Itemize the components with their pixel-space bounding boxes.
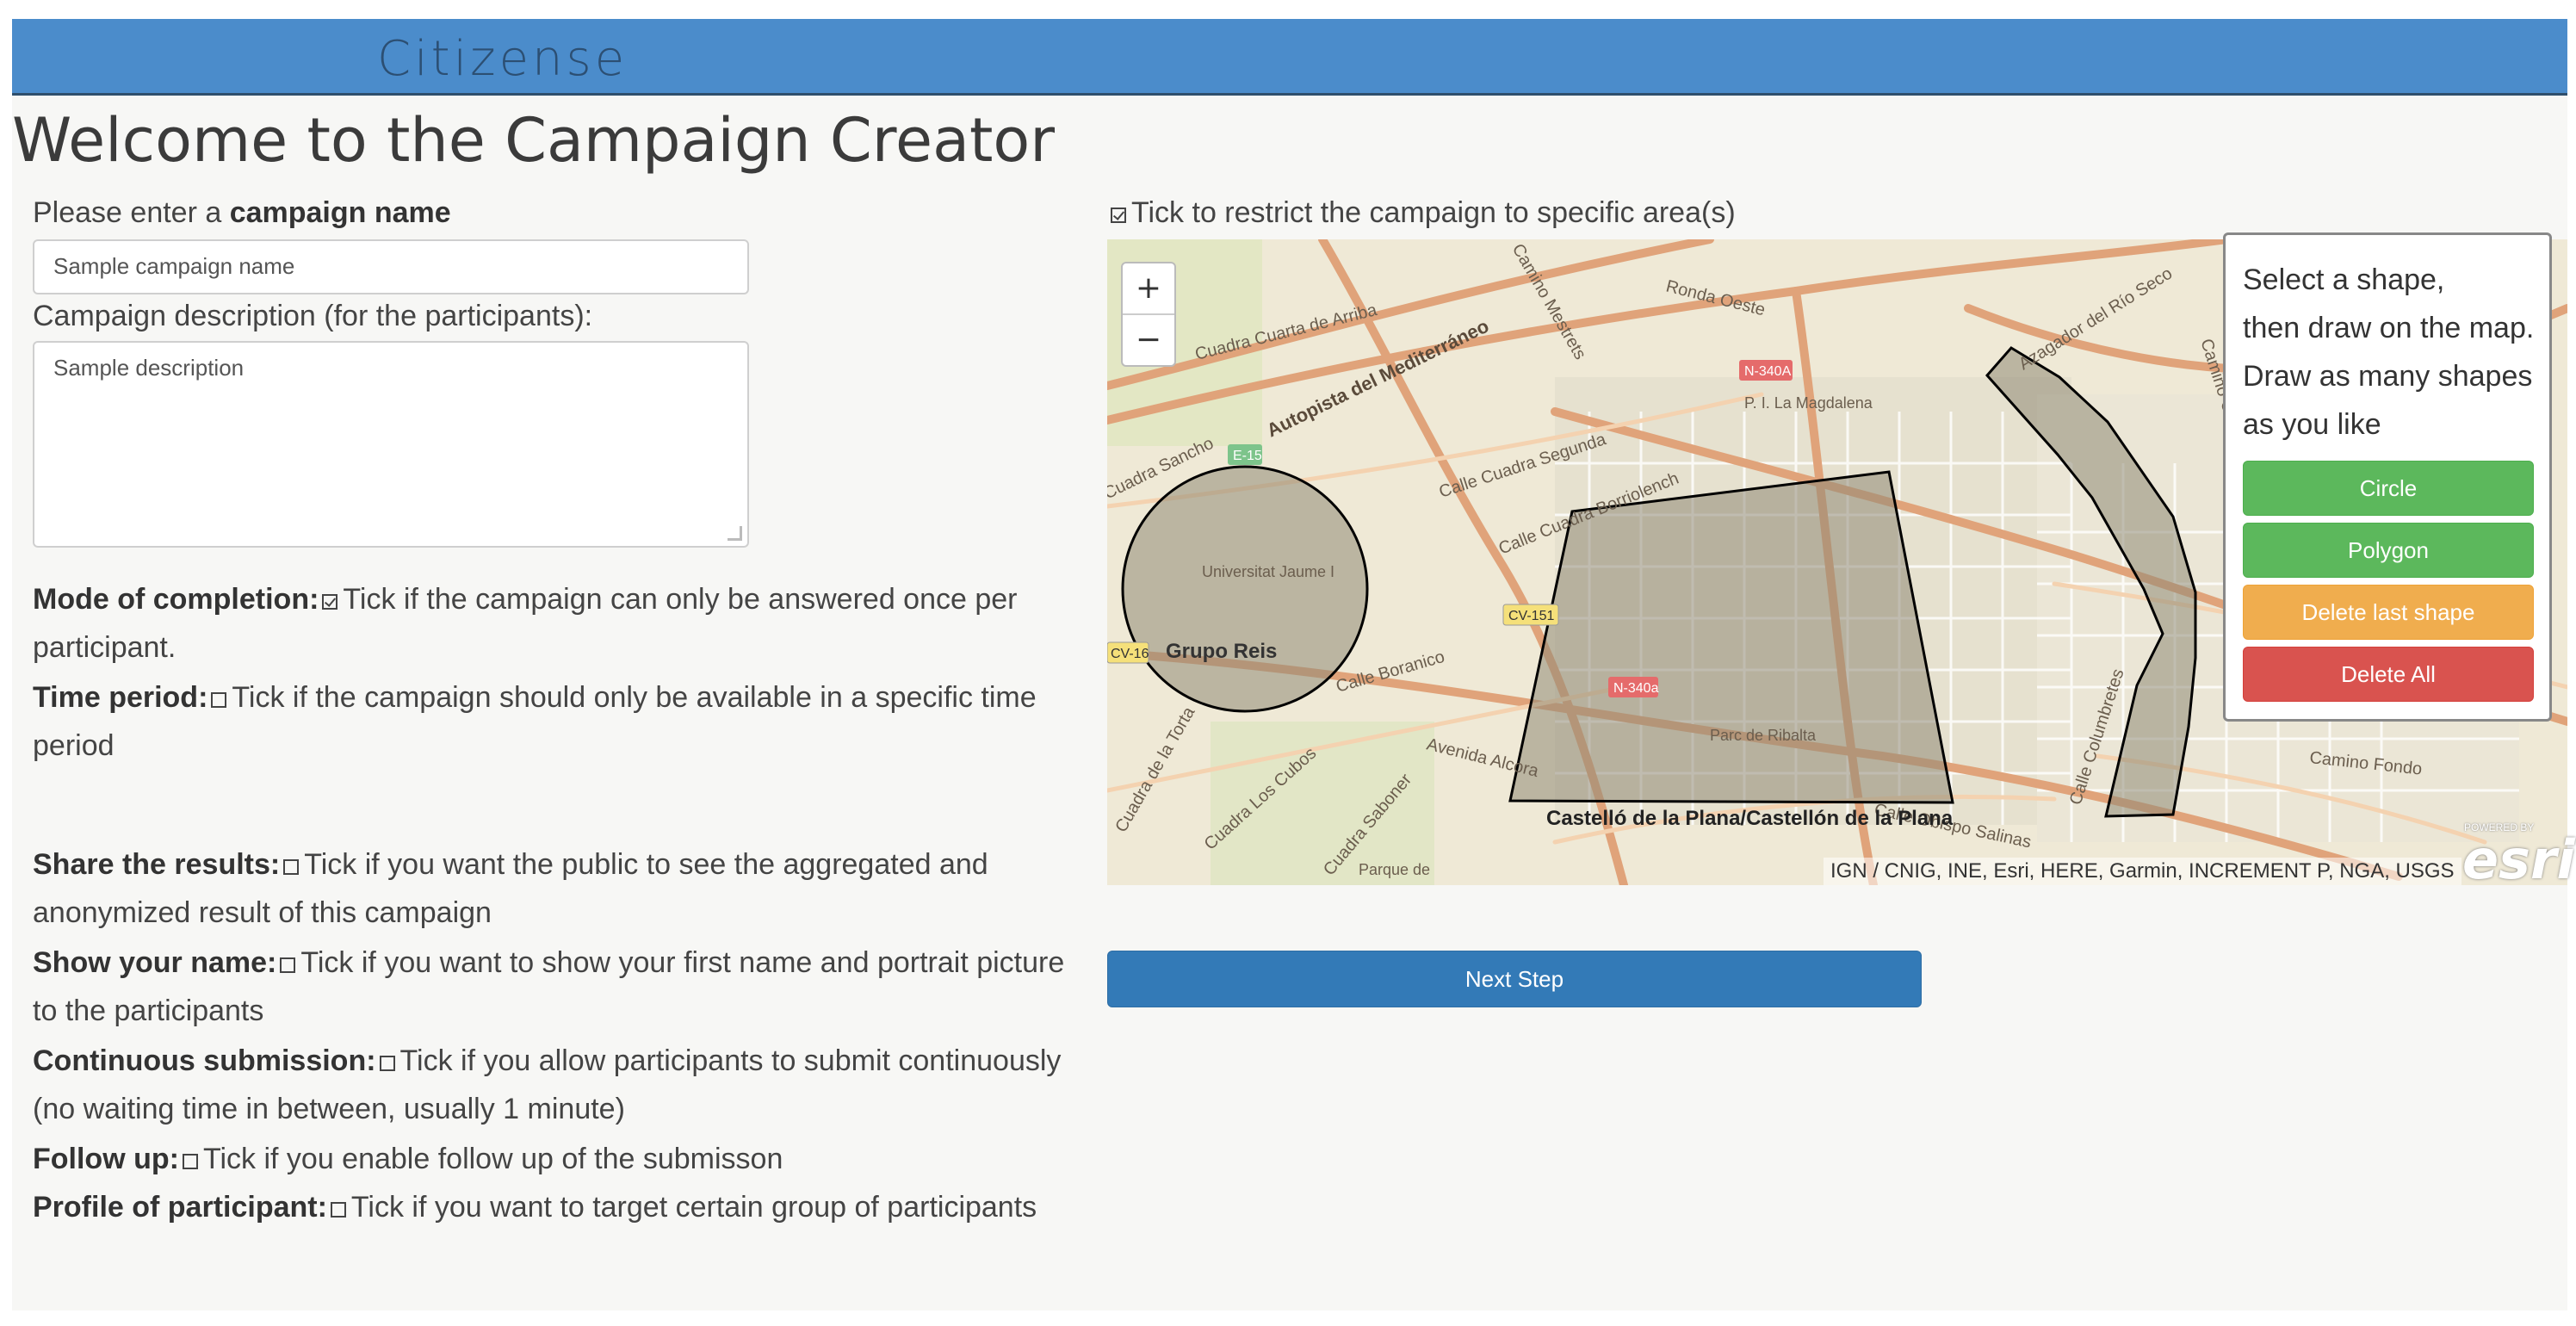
map-label-parque: Parque de [1359, 861, 1430, 878]
option-mode-of-completion: Mode of completion: Tick if the campaign … [33, 575, 1066, 672]
map-label-castello: Castelló de la Plana/Castellón de la Pla… [1546, 807, 1954, 830]
brand-logo[interactable]: Citizense [377, 31, 628, 87]
option-label: Profile of participant: [33, 1191, 327, 1224]
campaign-name-label-prefix: Please enter a [33, 196, 230, 229]
draw-instruction-line: Draw as many shapes [2243, 360, 2533, 393]
map-label-grupo-reis: Grupo Reis [1166, 640, 1277, 663]
share-results-checkbox[interactable] [283, 859, 300, 875]
map-label-parc-ribalta: Parc de Ribalta [1710, 727, 1817, 744]
option-label: Share the results: [33, 848, 281, 881]
option-time-period: Time period: Tick if the campaign should … [33, 673, 1066, 770]
map-label-pi-magdalena: P. I. La Magdalena [1744, 394, 1873, 412]
option-show-name: Show your name: Tick if you want to show … [33, 939, 1066, 1035]
option-follow-up: Follow up: Tick if you enable follow up o… [33, 1135, 1066, 1183]
next-step-button[interactable]: Next Step [1107, 951, 1922, 1007]
option-label: Follow up: [33, 1143, 179, 1175]
description-value: Sample description [53, 355, 245, 381]
restrict-area-text: Tick to restrict the campaign to specifi… [1131, 196, 1736, 229]
draw-instruction-line: Select a shape, [2243, 263, 2445, 296]
continuous-submission-checkbox[interactable] [379, 1056, 395, 1071]
map-attribution: IGN / CNIG, INE, Esri, HERE, Garmin, INC… [1824, 858, 2461, 885]
restrict-area-label: Tick to restrict the campaign to specifi… [1107, 196, 1736, 230]
profile-participant-checkbox[interactable] [330, 1202, 346, 1218]
option-label: Continuous submission: [33, 1044, 376, 1077]
restrict-area-checkbox[interactable] [1111, 208, 1126, 223]
option-label: Mode of completion: [33, 583, 319, 616]
campaign-name-label: Please enter a campaign name [33, 196, 451, 230]
top-bar: Citizense [12, 19, 2567, 96]
draw-instruction-line: then draw on the map. [2243, 312, 2535, 344]
option-text: Tick if you enable follow up of the subm… [202, 1143, 783, 1175]
delete-all-button[interactable]: Delete All [2243, 647, 2534, 702]
option-text: Tick if you want to target certain group… [350, 1191, 1037, 1224]
draw-instruction-line: as you like [2243, 408, 2381, 441]
option-label: Show your name: [33, 946, 277, 979]
follow-up-checkbox[interactable] [182, 1154, 198, 1169]
campaign-name-value: Sample campaign name [53, 253, 295, 279]
polygon-button[interactable]: Polygon [2243, 523, 2534, 578]
campaign-name-input[interactable]: Sample campaign name [33, 239, 749, 294]
delete-last-shape-button[interactable]: Delete last shape [2243, 585, 2534, 640]
draw-instructions: Select a shape, then draw on the map. Dr… [2243, 256, 2534, 449]
show-name-checkbox[interactable] [280, 957, 296, 973]
description-textarea[interactable]: Sample description [33, 341, 749, 548]
time-period-checkbox[interactable] [211, 692, 227, 708]
option-continuous-submission: Continuous submission: Tick if you allow … [33, 1037, 1066, 1133]
draw-panel: Select a shape, then draw on the map. Dr… [2223, 232, 2552, 722]
circle-button[interactable]: Circle [2243, 461, 2534, 516]
drawn-circle[interactable] [1121, 465, 1369, 713]
resize-handle[interactable] [728, 526, 742, 541]
page: Citizense Welcome to the Campaign Creato… [12, 19, 2575, 1311]
map-shield-cv16: CV-16 [1111, 647, 1149, 661]
option-profile-participant: Profile of participant: Tick if you want … [33, 1183, 1066, 1231]
map-shield-n340a-2: N-340a [1613, 681, 1659, 696]
option-label: Time period: [33, 681, 208, 714]
esri-logo[interactable]: esri [2462, 828, 2575, 891]
zoom-control: + − [1121, 262, 1176, 367]
page-title: Welcome to the Campaign Creator [12, 105, 1056, 176]
map-shield-cv151: CV-151 [1508, 609, 1554, 623]
zoom-out-button[interactable]: − [1123, 315, 1174, 365]
map-shield-e15: E-15 [1233, 449, 1262, 463]
description-label: Campaign description (for the participan… [33, 300, 593, 332]
zoom-in-button[interactable]: + [1123, 263, 1174, 315]
option-share-results: Share the results: Tick if you want the p… [33, 840, 1066, 937]
mode-of-completion-checkbox[interactable] [322, 594, 338, 610]
map-shield-n340a: N-340A [1744, 364, 1792, 379]
map-label-universitat: Universitat Jaume I [1202, 563, 1334, 580]
campaign-name-label-bold: campaign name [229, 196, 451, 229]
